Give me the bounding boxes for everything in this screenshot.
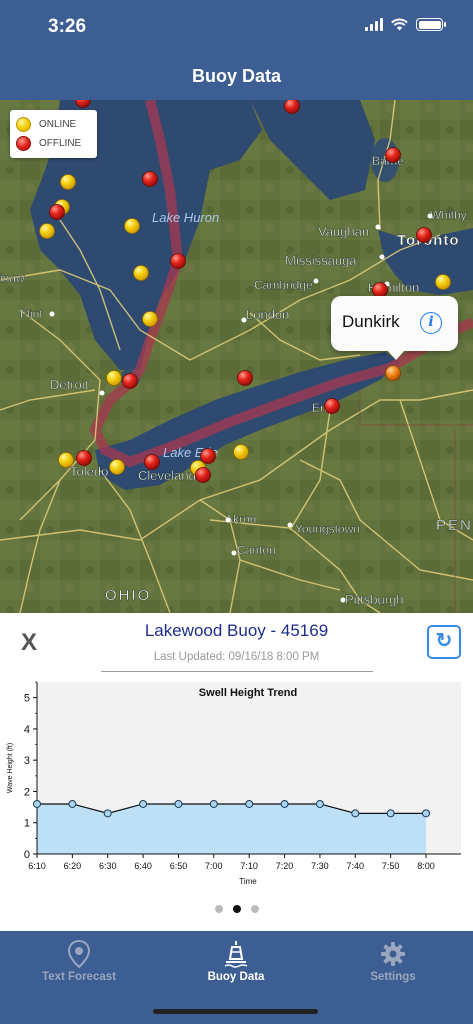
svg-text:Youngstown: Youngstown xyxy=(295,522,360,536)
chart-data-point xyxy=(209,799,218,808)
chart-x-tick-label: 7:40 xyxy=(347,861,365,871)
offline-marker-icon xyxy=(16,136,31,151)
svg-text:Canton: Canton xyxy=(237,543,276,557)
chart-data-point xyxy=(103,809,112,818)
map-view[interactable]: Lake Huron Lake Erie Barrie Whitby Vaugh… xyxy=(0,100,473,613)
last-updated-text: Last Updated: 09/16/18 8:00 PM xyxy=(153,651,320,663)
tab-label: Settings xyxy=(370,971,416,983)
svg-text:inaw: inaw xyxy=(0,271,25,285)
chart-x-tick-label: 6:30 xyxy=(99,861,117,871)
legend-offline: OFFLINE xyxy=(16,134,91,153)
chart-x-tick-label: 7:00 xyxy=(205,861,223,871)
home-indicator xyxy=(153,1009,318,1014)
chart-x-tick-label: 8:00 xyxy=(417,861,435,871)
svg-text:Vaughan: Vaughan xyxy=(318,224,369,239)
tab-label: Buoy Data xyxy=(207,971,265,983)
chart-title: Swell Height Trend xyxy=(199,687,297,699)
callout-title: Dunkirk xyxy=(342,312,400,331)
chart-y-tick-label: 0 xyxy=(24,849,30,861)
chart-x-tick-label: 7:50 xyxy=(382,861,400,871)
svg-text:Pittsburgh: Pittsburgh xyxy=(345,592,404,607)
signal-icon xyxy=(365,18,383,31)
swell-height-chart: 0 1 2 3 4 5 6:10 6:20 6:30 6:40 6:50 7:00 7:10 7:20 7:… xyxy=(0,679,473,889)
chart-x-tick-label: 6:10 xyxy=(28,861,46,871)
chart-data-point xyxy=(280,799,289,808)
status-time: 3:26 xyxy=(48,16,87,37)
svg-text:Mississauga: Mississauga xyxy=(285,253,357,268)
tab-settings[interactable]: Settings xyxy=(323,939,463,983)
legend-offline-label: OFFLINE xyxy=(39,138,82,149)
page-title: Buoy Data xyxy=(191,66,281,86)
chart-data-point xyxy=(245,799,254,808)
page-dot[interactable] xyxy=(250,905,259,913)
chart-y-tick-label: 1 xyxy=(24,818,30,830)
wifi-icon xyxy=(391,18,408,31)
legend-online-label: ONLINE xyxy=(39,119,77,130)
tab-text-forecast[interactable]: Text Forecast xyxy=(9,939,149,983)
legend-online: ONLINE xyxy=(16,115,91,134)
chart-data-point xyxy=(174,799,183,808)
divider xyxy=(101,671,373,672)
buoy-callout[interactable]: Dunkirk i xyxy=(331,296,458,360)
page-indicator[interactable] xyxy=(0,905,473,913)
chart-data-point xyxy=(139,799,148,808)
chart-x-tick-label: 6:20 xyxy=(64,861,82,871)
svg-text:OHIO: OHIO xyxy=(105,587,151,604)
chart-y-tick-label: 5 xyxy=(24,693,30,705)
chart-x-axis-label: Time xyxy=(239,877,257,886)
selected-buoy-marker xyxy=(385,365,401,381)
chart-y-tick-label: 4 xyxy=(24,724,30,736)
online-marker-icon xyxy=(16,117,31,132)
buoy-icon xyxy=(224,941,248,968)
chart-x-tick-label: 6:50 xyxy=(170,861,188,871)
page-dot[interactable] xyxy=(232,905,241,913)
svg-text:Cleveland: Cleveland xyxy=(138,468,196,483)
svg-text:Whitby: Whitby xyxy=(430,208,467,222)
location-pin-icon xyxy=(67,939,91,969)
svg-text:PEN: PEN xyxy=(436,517,473,534)
info-icon[interactable]: i xyxy=(420,312,442,334)
chart-data-point xyxy=(68,799,77,808)
chart-y-tick-label: 2 xyxy=(24,786,30,798)
chart-svg: 0 1 2 3 4 5 6:10 6:20 6:30 6:40 6:50 7:00 7:10 7:20 7:… xyxy=(7,681,461,886)
tab-label: Text Forecast xyxy=(42,971,116,983)
refresh-icon: ↻ xyxy=(435,630,453,652)
svg-text:London: London xyxy=(246,307,289,322)
lake-huron-label: Lake Huron xyxy=(152,210,219,225)
battery-icon xyxy=(416,18,446,31)
svg-text:Flint: Flint xyxy=(20,307,43,321)
chart-x-tick-label: 7:10 xyxy=(240,861,258,871)
buoy-title: Lakewood Buoy - 45169 xyxy=(144,621,329,640)
status-icons xyxy=(365,18,446,31)
gear-icon xyxy=(381,942,405,966)
map-legend: ONLINE OFFLINE xyxy=(10,110,97,158)
tab-buoy-data[interactable]: Buoy Data xyxy=(166,939,306,983)
chart-x-tick-label: 7:20 xyxy=(276,861,294,871)
refresh-button[interactable]: ↻ xyxy=(427,625,461,659)
svg-text:Cambridge: Cambridge xyxy=(254,278,313,292)
page-dot[interactable] xyxy=(214,905,223,913)
chart-y-axis-label: Wave Height (ft) xyxy=(7,743,14,793)
svg-text:Toledo: Toledo xyxy=(70,464,108,479)
chart-x-tick-label: 7:30 xyxy=(311,861,329,871)
buoy-detail-panel: X Lakewood Buoy - 45169 Last Updated: 09… xyxy=(0,613,473,931)
chart-x-tick-label: 6:40 xyxy=(134,861,152,871)
app-screen: 3:26 Buoy Data Lake Huron Lake Erie Whit… xyxy=(0,0,473,1024)
header: 3:26 Buoy Data xyxy=(0,0,473,100)
chart-data-point xyxy=(351,809,360,818)
svg-text:Detroit: Detroit xyxy=(50,377,89,392)
chart-y-tick-label: 3 xyxy=(24,755,30,767)
chart-data-point xyxy=(386,809,395,818)
chart-data-point xyxy=(33,799,41,808)
chart-data-point xyxy=(315,799,324,808)
chart-data-point xyxy=(422,809,430,818)
